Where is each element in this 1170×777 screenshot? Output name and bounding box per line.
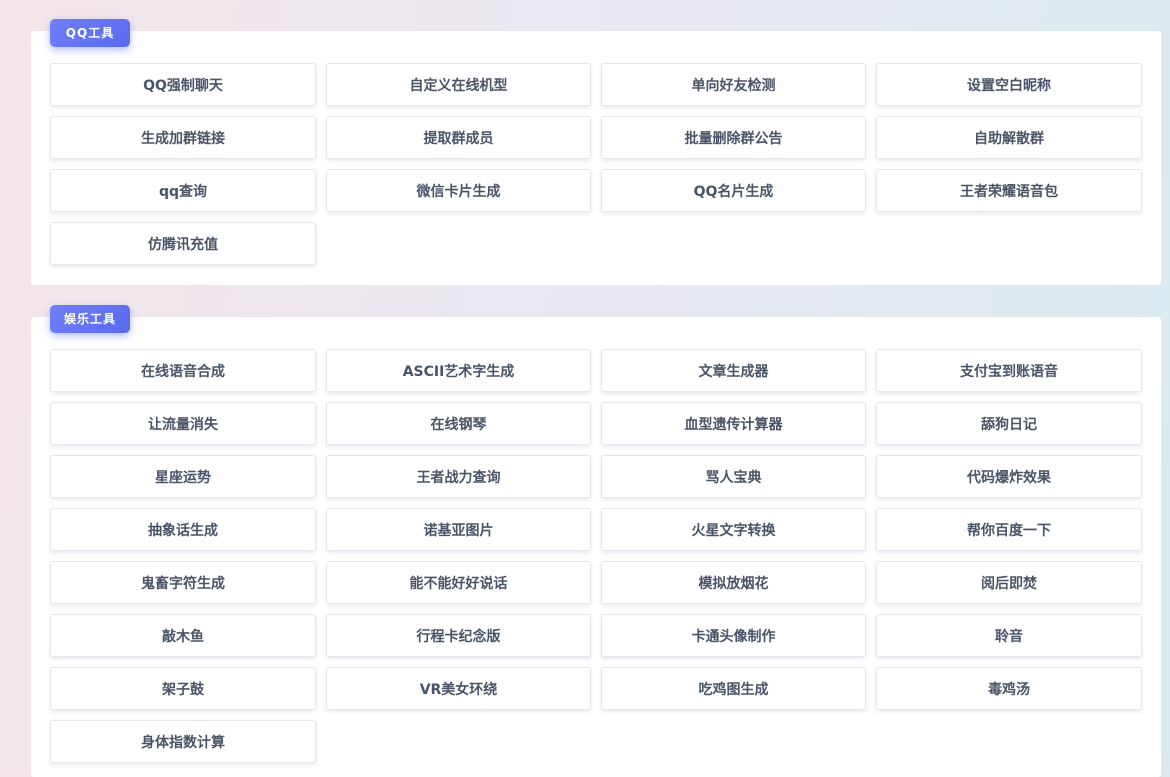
tool-button-ascii-art[interactable]: ASCII艺术字生成 <box>326 349 591 392</box>
tool-button-online-piano[interactable]: 在线钢琴 <box>326 402 591 445</box>
tool-button-group-join-link[interactable]: 生成加群链接 <box>50 116 316 159</box>
tool-button-blood-type-calculator[interactable]: 血型遗传计算器 <box>601 402 866 445</box>
tool-button-cartoon-avatar[interactable]: 卡通头像制作 <box>601 614 866 657</box>
tool-button-simp-diary[interactable]: 舔狗日记 <box>876 402 1142 445</box>
entertainment-tools-card: 娱乐工具 在线语音合成 ASCII艺术字生成 文章生成器 支付宝到账语音 让流量… <box>31 305 1161 777</box>
tool-button-tts[interactable]: 在线语音合成 <box>50 349 316 392</box>
tool-button-speak-nicely[interactable]: 能不能好好说话 <box>326 561 591 604</box>
tool-button-insult-dictionary[interactable]: 骂人宝典 <box>601 455 866 498</box>
entertainment-tools-section-badge: 娱乐工具 <box>50 305 130 333</box>
qq-tools-section-badge: QQ工具 <box>50 19 130 47</box>
tool-button-power-lookup[interactable]: 王者战力查询 <box>326 455 591 498</box>
tool-button-qq-force-chat[interactable]: QQ强制聊天 <box>50 63 316 106</box>
tool-button-data-vanish[interactable]: 让流量消失 <box>50 402 316 445</box>
tool-button-qq-business-card[interactable]: QQ名片生成 <box>601 169 866 212</box>
tool-button-burn-after-reading[interactable]: 阅后即焚 <box>876 561 1142 604</box>
tool-button-honor-of-kings-voice[interactable]: 王者荣耀语音包 <box>876 169 1142 212</box>
tool-button-custom-online-device[interactable]: 自定义在线机型 <box>326 63 591 106</box>
tool-button-code-explosion[interactable]: 代码爆炸效果 <box>876 455 1142 498</box>
tool-button-alipay-voice[interactable]: 支付宝到账语音 <box>876 349 1142 392</box>
entertainment-tools-grid: 在线语音合成 ASCII艺术字生成 文章生成器 支付宝到账语音 让流量消失 在线… <box>50 349 1142 763</box>
tool-button-article-generator[interactable]: 文章生成器 <box>601 349 866 392</box>
tool-button-qq-lookup[interactable]: qq查询 <box>50 169 316 212</box>
tool-button-fireworks[interactable]: 模拟放烟花 <box>601 561 866 604</box>
tool-button-listen-sound[interactable]: 聆音 <box>876 614 1142 657</box>
tool-button-fake-tencent-recharge[interactable]: 仿腾讯充值 <box>50 222 316 265</box>
tool-button-wooden-fish[interactable]: 敲木鱼 <box>50 614 316 657</box>
qq-tools-card: QQ工具 QQ强制聊天 自定义在线机型 单向好友检测 设置空白昵称 生成加群链接… <box>31 19 1161 285</box>
tool-button-bmi-calculator[interactable]: 身体指数计算 <box>50 720 316 763</box>
tool-button-abstract-speech[interactable]: 抽象话生成 <box>50 508 316 551</box>
tool-button-poison-soup[interactable]: 毒鸡汤 <box>876 667 1142 710</box>
tool-button-drum-kit[interactable]: 架子鼓 <box>50 667 316 710</box>
tool-button-extract-group-members[interactable]: 提取群成员 <box>326 116 591 159</box>
tool-button-wechat-card[interactable]: 微信卡片生成 <box>326 169 591 212</box>
tool-button-self-disband-group[interactable]: 自助解散群 <box>876 116 1142 159</box>
tool-button-batch-delete-announcements[interactable]: 批量删除群公告 <box>601 116 866 159</box>
tool-button-itinerary-card[interactable]: 行程卡纪念版 <box>326 614 591 657</box>
tool-button-vr-surround[interactable]: VR美女环绕 <box>326 667 591 710</box>
qq-tools-grid: QQ强制聊天 自定义在线机型 单向好友检测 设置空白昵称 生成加群链接 提取群成… <box>50 63 1142 265</box>
tool-button-nokia-image[interactable]: 诺基亚图片 <box>326 508 591 551</box>
tool-button-one-way-friend-check[interactable]: 单向好友检测 <box>601 63 866 106</box>
tool-button-let-me-baidu[interactable]: 帮你百度一下 <box>876 508 1142 551</box>
tool-button-glitch-text[interactable]: 鬼畜字符生成 <box>50 561 316 604</box>
tool-button-blank-nickname[interactable]: 设置空白昵称 <box>876 63 1142 106</box>
tool-button-pubg-image[interactable]: 吃鸡图生成 <box>601 667 866 710</box>
tool-button-horoscope[interactable]: 星座运势 <box>50 455 316 498</box>
tool-button-martian-text[interactable]: 火星文字转换 <box>601 508 866 551</box>
